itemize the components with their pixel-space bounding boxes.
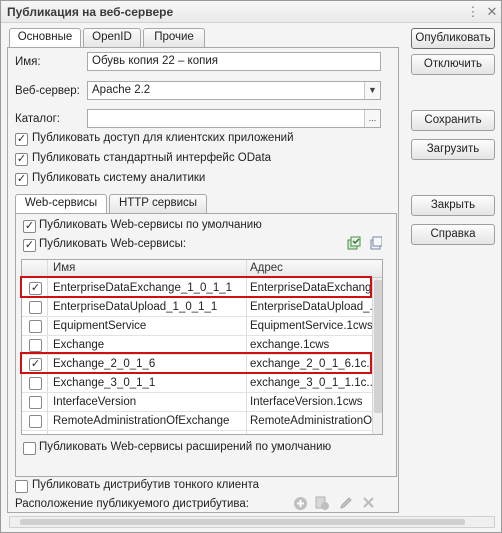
tab-web-services[interactable]: Web-сервисы	[15, 194, 107, 214]
webserver-label: Веб-сервер:	[15, 85, 80, 97]
row-checkbox[interactable]	[29, 415, 42, 428]
service-name: RemoteAdministrationOfExchange	[53, 415, 230, 427]
column-address-header[interactable]: Адрес	[250, 262, 283, 274]
browse-button[interactable]: ...	[364, 110, 380, 127]
row-checkbox[interactable]	[29, 320, 42, 333]
thin-client-label: Публиковать дистрибутив тонкого клиента	[32, 479, 260, 491]
close-button[interactable]: Закрыть	[411, 195, 495, 216]
webserver-value: Apache 2.2	[92, 84, 151, 96]
delete-icon[interactable]	[362, 496, 375, 512]
ws-extensions-checkbox[interactable]	[23, 442, 36, 455]
help-button[interactable]: Справка	[411, 224, 495, 245]
service-address: exchange.1cws	[250, 339, 330, 351]
table-row[interactable]: EnterpriseDataUpload_1_0_1_1 EnterpriseDa…	[22, 298, 372, 317]
deselect-all-icon[interactable]	[370, 236, 383, 253]
table-row[interactable]: EquipmentService EquipmentService.1cws	[22, 317, 372, 336]
service-name: EquipmentService	[53, 320, 147, 332]
table-row[interactable]: InterfaceVersion InterfaceVersion.1cws	[22, 393, 372, 412]
row-checkbox[interactable]	[29, 396, 42, 409]
name-label: Имя:	[15, 56, 41, 68]
tab-other[interactable]: Прочие	[143, 28, 205, 47]
webserver-select[interactable]: Apache 2.2 ▼	[87, 81, 381, 100]
ws-default-checkbox[interactable]: ✓	[23, 220, 36, 233]
option-odata-checkbox[interactable]: ✓	[15, 153, 28, 166]
add-icon[interactable]	[293, 496, 308, 514]
select-all-icon[interactable]	[347, 236, 361, 253]
tab-openid[interactable]: OpenID	[83, 28, 141, 47]
option-clients-checkbox[interactable]: ✓	[15, 133, 28, 146]
table-row[interactable]: ✓ Exchange_2_0_1_6 exchange_2_0_1_6.1c...	[22, 355, 372, 374]
service-address: EquipmentService.1cws	[250, 320, 372, 332]
option-analytics-checkbox[interactable]: ✓	[15, 173, 28, 186]
tab-http-services[interactable]: HTTP сервисы	[109, 194, 207, 213]
service-name: InterfaceVersion	[53, 396, 137, 408]
title-bar: Публикация на веб-сервере ⋮ ✕	[1, 1, 501, 23]
ws-extensions-label: Публиковать Web-сервисы расширений по ум…	[39, 441, 332, 453]
catalog-field[interactable]: ...	[87, 109, 381, 128]
form-horizontal-scrollbar-thumb[interactable]	[20, 519, 465, 525]
row-checkbox[interactable]	[29, 377, 42, 390]
unpublish-button[interactable]: Отключить	[411, 54, 495, 75]
row-checkbox[interactable]: ✓	[29, 282, 42, 295]
catalog-label: Каталог:	[15, 113, 61, 125]
option-clients-label: Публиковать доступ для клиентских прилож…	[32, 132, 294, 144]
ws-publish-checkbox[interactable]: ✓	[23, 239, 36, 252]
table-row[interactable]: RemoteAdministrationOfExchange RemoteAdmi…	[22, 412, 372, 431]
close-icon[interactable]: ✕	[483, 3, 501, 20]
table-row[interactable]: Exchange exchange.1cws	[22, 336, 372, 355]
service-address: exchange_2_0_1_6.1c...	[250, 358, 372, 370]
service-name: EnterpriseDataExchange_1_0_1_1	[53, 282, 233, 294]
ws-default-label: Публиковать Web-сервисы по умолчанию	[39, 219, 262, 231]
service-name: Exchange_2_0_1_6	[53, 358, 156, 370]
window-title: Публикация на веб-сервере	[7, 5, 174, 19]
save-button[interactable]: Сохранить	[411, 110, 495, 131]
table-row[interactable]: Exchange_3_0_1_1 exchange_3_0_1_1.1c...	[22, 374, 372, 393]
service-name: Exchange	[53, 339, 105, 351]
service-address: EnterpriseDataUpload_...	[250, 301, 372, 313]
distribution-location-label: Расположение публикуемого дистрибутива:	[15, 498, 250, 510]
table-scrollbar[interactable]	[372, 278, 382, 434]
publish-button[interactable]: Опубликовать	[411, 28, 495, 49]
column-name-header[interactable]: Имя	[53, 262, 75, 274]
option-odata-label: Публиковать стандартный интерфейс OData	[32, 152, 272, 164]
service-name: Exchange_3_0_1_1	[53, 377, 156, 389]
thin-client-checkbox[interactable]	[15, 480, 28, 493]
row-checkbox[interactable]: ✓	[29, 358, 42, 371]
ws-publish-label: Публиковать Web-сервисы:	[39, 238, 187, 250]
web-services-table: Имя Адрес ✓ EnterpriseDataExchange_1_0_1_…	[21, 259, 383, 435]
row-checkbox[interactable]	[29, 301, 42, 314]
table-scrollbar-thumb[interactable]	[374, 280, 382, 413]
row-checkbox[interactable]	[29, 339, 42, 352]
service-address: exchange_3_0_1_1.1c...	[250, 377, 372, 389]
copy-icon[interactable]	[315, 496, 330, 514]
name-field[interactable]: Обувь копия 22 – копия	[87, 52, 381, 71]
edit-icon[interactable]	[339, 496, 353, 513]
publication-dialog: Публикация на веб-сервере ⋮ ✕ Основные O…	[0, 0, 502, 533]
service-address: InterfaceVersion.1cws	[250, 396, 363, 408]
chevron-down-icon[interactable]: ▼	[364, 82, 380, 99]
load-button[interactable]: Загрузить	[411, 139, 495, 160]
tab-main[interactable]: Основные	[9, 28, 81, 48]
service-address: EnterpriseDataExchang...	[250, 282, 372, 294]
form-horizontal-scrollbar[interactable]	[9, 516, 495, 528]
more-menu-icon[interactable]: ⋮	[464, 3, 482, 20]
service-name: EnterpriseDataUpload_1_0_1_1	[53, 301, 218, 313]
table-header: Имя Адрес	[22, 260, 382, 278]
option-analytics-label: Публиковать систему аналитики	[32, 172, 206, 184]
table-row[interactable]: ✓ EnterpriseDataExchange_1_0_1_1 Enterpris…	[22, 279, 372, 298]
service-address: RemoteAdministrationOf...	[250, 415, 372, 427]
